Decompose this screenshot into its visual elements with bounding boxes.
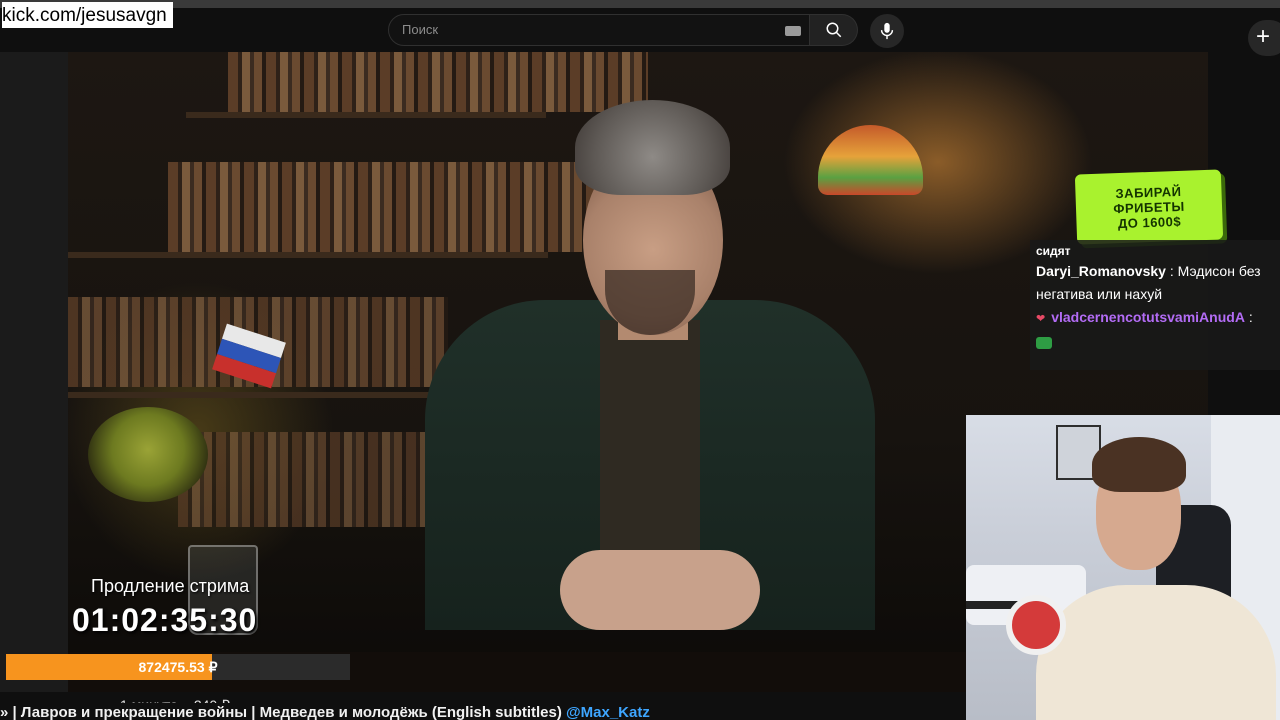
chat-username[interactable]: Daryi_Romanovsky (1036, 263, 1166, 279)
search-input[interactable]: Поиск (388, 14, 810, 46)
tiffany-lamp (818, 125, 923, 195)
freebet-ad-badge[interactable]: ЗАБИРАЙ ФРИБЕТЫ ДО 1600$ (1074, 169, 1224, 245)
create-button[interactable]: + (1248, 20, 1280, 56)
heart-badge-icon: ❤ (1036, 313, 1046, 325)
donation-total: 872475.53 ₽ (138, 659, 218, 675)
microphone-icon (1006, 595, 1066, 655)
streamer-webcam (966, 415, 1280, 720)
plant (88, 407, 208, 502)
chat-username[interactable]: vladcernencotutsvamiAnudA (1051, 309, 1245, 325)
bookshelf-top (228, 52, 648, 112)
streamer-hair (1092, 437, 1186, 492)
video-title-text: » | Лавров и прекращение войны | Медведе… (0, 704, 567, 720)
url-label[interactable]: kick.com/jesusavgn (2, 2, 173, 28)
channel-link[interactable]: @Max_Katz (566, 704, 650, 720)
search-button[interactable] (810, 14, 858, 46)
bookshelf-bottom (178, 432, 438, 527)
search-placeholder: Поиск (402, 22, 439, 37)
chat-message-emote (1036, 331, 1274, 354)
stream-page: kick.com/jesusavgn Поиск + ЗАБИРАЙ ФРИБЕ… (0, 0, 1280, 720)
chat-message: ❤ vladcernencotutsvamiAnudA : (1036, 306, 1274, 331)
top-bar: kick.com/jesusavgn Поиск + (0, 0, 1280, 56)
chat-overlay: сидят Daryi_Romanovsky : Мэдисон без нег… (1030, 240, 1280, 370)
emote-icon (1036, 337, 1052, 350)
shelf (186, 112, 546, 118)
video-title: » | Лавров и прекращение войны | Медведе… (0, 703, 970, 720)
donation-progress-bar: 872475.53 ₽ (6, 654, 350, 680)
streamer-sweatshirt (1036, 585, 1276, 720)
keyboard-icon[interactable] (785, 26, 801, 36)
stream-extension-timer: 01:02:35:30 (72, 602, 258, 638)
voice-search-button[interactable] (870, 14, 904, 48)
chat-message: Daryi_Romanovsky : Мэдисон без негатива … (1036, 260, 1274, 306)
chat-separator: : (1244, 309, 1253, 325)
shelf (68, 392, 468, 398)
bookshelf-middle (168, 162, 618, 252)
presenter-hands (560, 550, 760, 630)
presenter-hair (575, 100, 730, 195)
search-icon (826, 22, 841, 38)
microphone-icon (880, 22, 894, 40)
shelf (68, 252, 548, 258)
stream-extension-label: Продление стрима (91, 576, 250, 596)
left-margin (0, 52, 68, 692)
chat-partial-line: сидят (1036, 246, 1071, 258)
chat-separator: : (1165, 263, 1178, 279)
ad-line-3: ДО 1600$ (1117, 213, 1182, 231)
